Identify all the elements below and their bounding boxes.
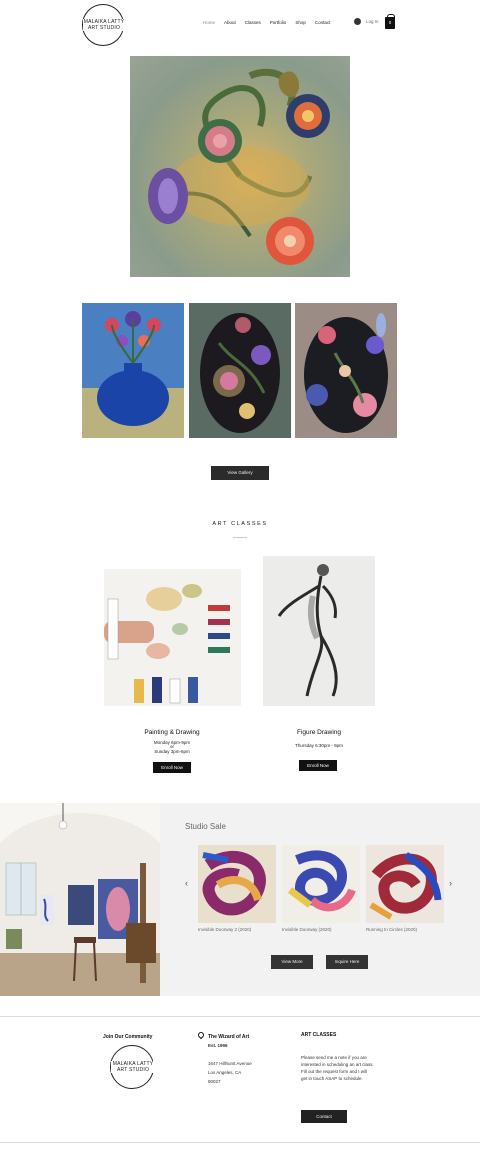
studio-sale-title: Studio Sale <box>185 822 226 831</box>
classes-note-line-3: Fill out the request form and I will <box>301 1069 368 1074</box>
product-caption-3: Running In Circles (2020) <box>366 927 418 932</box>
dark-oval-painting <box>200 313 280 433</box>
footer-classes-heading: ART CLASSES <box>301 1032 337 1038</box>
login-label: Log In <box>366 19 379 24</box>
login-button[interactable]: Log In <box>354 18 379 25</box>
carousel-prev-icon[interactable]: ‹ <box>185 878 188 888</box>
user-avatar-icon <box>354 18 361 25</box>
gallery-thumb-2[interactable] <box>189 303 291 438</box>
product-caption-1: Invisible Doorway 2 (2020) <box>198 927 252 932</box>
footer-bottom-divider <box>0 1142 480 1143</box>
venue-name: The Wizard of Art <box>208 1034 250 1040</box>
section-divider <box>233 537 247 538</box>
cart-icon[interactable]: 0 <box>385 14 395 29</box>
hero-painting-art <box>148 68 330 265</box>
nav-shop[interactable]: Shop <box>295 20 306 25</box>
figure-drawing-sketch <box>263 556 375 706</box>
abstract-painting-1 <box>198 845 276 923</box>
inquire-here-button[interactable]: Inquire Here <box>326 955 368 969</box>
nav-portfolio[interactable]: Portfolio <box>270 20 287 25</box>
nav-classes[interactable]: Classes <box>245 20 261 25</box>
product-image-3[interactable] <box>366 845 444 923</box>
venue-established: Est. 1996 <box>208 1043 228 1048</box>
cart-count: 0 <box>388 20 392 25</box>
figure-class-schedule: Thursday 6:30pm - 9pm <box>295 743 343 748</box>
painting-class-photo <box>104 569 241 706</box>
footer-logo-text: MALAIKA LATTY ART STUDIO <box>111 1061 155 1073</box>
painting-class-schedule-2: Sunday 3pm-6pm <box>154 749 190 754</box>
palette-photo <box>104 569 241 706</box>
classes-note-line-4: get in touch ASAP to schedule. <box>301 1076 363 1081</box>
main-nav: Home About Classes Portfolio Shop Contac… <box>203 20 330 25</box>
address-line-2: Los Angeles, CA <box>208 1070 242 1075</box>
figure-class-photo <box>263 556 375 706</box>
nav-contact[interactable]: Contact <box>315 20 331 25</box>
product-caption-2: Invisible Doorway (2020) <box>282 927 332 932</box>
join-community-heading: Join Our Community <box>103 1034 153 1040</box>
art-classes-heading: ART CLASSES <box>212 521 268 527</box>
blue-vase-painting <box>82 311 184 438</box>
studio-logo[interactable]: MALAIKA LATTY ART STUDIO <box>82 4 125 46</box>
classes-note-line-2: interested in scheduling an art class. <box>301 1062 374 1067</box>
gallery-thumb-1[interactable] <box>82 303 184 438</box>
enroll-painting-button[interactable]: Enroll Now <box>153 762 191 773</box>
address-line-3: 90027 <box>208 1079 221 1084</box>
nav-home[interactable]: Home <box>203 20 215 25</box>
logo-text: MALAIKA LATTY ART STUDIO <box>83 19 125 31</box>
view-more-button[interactable]: View More <box>271 955 313 969</box>
figure-class-title: Figure Drawing <box>296 729 342 736</box>
studio-interior-photo <box>0 803 160 996</box>
contact-button[interactable]: Contact <box>301 1110 347 1123</box>
painting-class-title: Painting & Drawing <box>144 729 200 736</box>
view-gallery-button[interactable]: View Gallery <box>211 466 269 480</box>
footer-top-divider <box>0 1016 480 1017</box>
product-image-1[interactable] <box>198 845 276 923</box>
enroll-figure-button[interactable]: Enroll Now <box>299 760 337 771</box>
gallery-thumb-3[interactable] <box>295 303 397 438</box>
abstract-painting-2 <box>282 845 360 923</box>
carousel-next-icon[interactable]: › <box>449 878 452 888</box>
classes-note-line-1: Please send me a note if you are <box>301 1055 367 1060</box>
oval-flowers-painting <box>304 313 388 433</box>
product-image-2[interactable] <box>282 845 360 923</box>
abstract-painting-3 <box>366 845 444 923</box>
address-line-1: 1647 Hillhurst Avenue <box>208 1061 252 1066</box>
hero-painting <box>130 56 350 277</box>
footer-logo[interactable]: MALAIKA LATTY ART STUDIO <box>110 1045 155 1089</box>
studio-room-art <box>0 803 160 996</box>
nav-about[interactable]: About <box>224 20 236 25</box>
location-pin-icon <box>196 1030 206 1040</box>
